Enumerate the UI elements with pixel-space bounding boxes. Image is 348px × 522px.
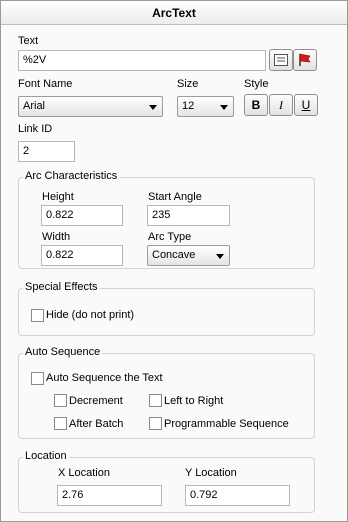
link-id-label: Link ID — [18, 123, 53, 135]
edit-text-button[interactable] — [269, 49, 293, 71]
auto-sequence-title: Auto Sequence — [23, 346, 103, 358]
arc-type-value: Concave — [152, 249, 196, 261]
arc-type-label: Arc Type — [148, 231, 192, 243]
italic-button[interactable]: I — [269, 94, 293, 116]
font-name-label: Font Name — [18, 78, 73, 90]
height-label: Height — [42, 191, 74, 203]
size-label: Size — [177, 78, 199, 90]
hide-checkbox-label: Hide (do not print) — [46, 309, 135, 321]
text-input[interactable]: %2V — [18, 50, 266, 71]
start-angle-label: Start Angle — [148, 191, 202, 203]
arctext-panel: ArcText Text %2V Font Name Arial Size 12… — [0, 0, 348, 522]
bold-button[interactable]: B — [244, 94, 268, 116]
y-location-label: Y Location — [185, 467, 237, 479]
height-input[interactable]: 0.822 — [41, 205, 123, 226]
left-to-right-label: Left to Right — [164, 395, 224, 407]
decrement-label: Decrement — [69, 395, 123, 407]
underline-button[interactable]: U — [294, 94, 318, 116]
left-to-right-checkbox[interactable] — [149, 394, 162, 407]
width-input[interactable]: 0.822 — [41, 245, 123, 266]
start-angle-input[interactable]: 235 — [147, 205, 230, 226]
arc-type-select[interactable]: Concave — [147, 245, 230, 266]
font-name-select[interactable]: Arial — [18, 96, 163, 117]
font-name-value: Arial — [23, 100, 46, 112]
after-batch-checkbox[interactable] — [54, 417, 67, 430]
chevron-down-icon — [220, 105, 228, 110]
text-label: Text — [18, 35, 39, 47]
auto-sequence-checkbox[interactable] — [31, 372, 44, 385]
font-size-select[interactable]: 12 — [177, 96, 234, 117]
location-title: Location — [23, 450, 69, 462]
programmable-sequence-checkbox[interactable] — [149, 417, 162, 430]
decrement-checkbox[interactable] — [54, 394, 67, 407]
arc-characteristics-title: Arc Characteristics — [23, 170, 120, 182]
after-batch-label: After Batch — [69, 418, 124, 430]
hide-checkbox[interactable] — [31, 309, 44, 322]
link-id-input[interactable]: 2 — [18, 141, 75, 162]
width-label: Width — [42, 231, 71, 243]
special-effects-title: Special Effects — [23, 281, 100, 293]
x-location-label: X Location — [58, 467, 110, 479]
style-label: Style — [244, 78, 269, 90]
chevron-down-icon — [149, 105, 157, 110]
panel-title: ArcText — [1, 1, 347, 25]
chevron-down-icon — [216, 254, 224, 259]
font-size-value: 12 — [182, 100, 195, 112]
auto-sequence-label: Auto Sequence the Text — [46, 372, 163, 384]
flag-icon — [299, 53, 311, 66]
edit-icon — [274, 54, 288, 66]
programmable-sequence-label: Programmable Sequence — [164, 418, 289, 430]
flag-button[interactable] — [293, 49, 317, 71]
x-location-input[interactable]: 2.76 — [57, 485, 162, 506]
y-location-input[interactable]: 0.792 — [185, 485, 290, 506]
